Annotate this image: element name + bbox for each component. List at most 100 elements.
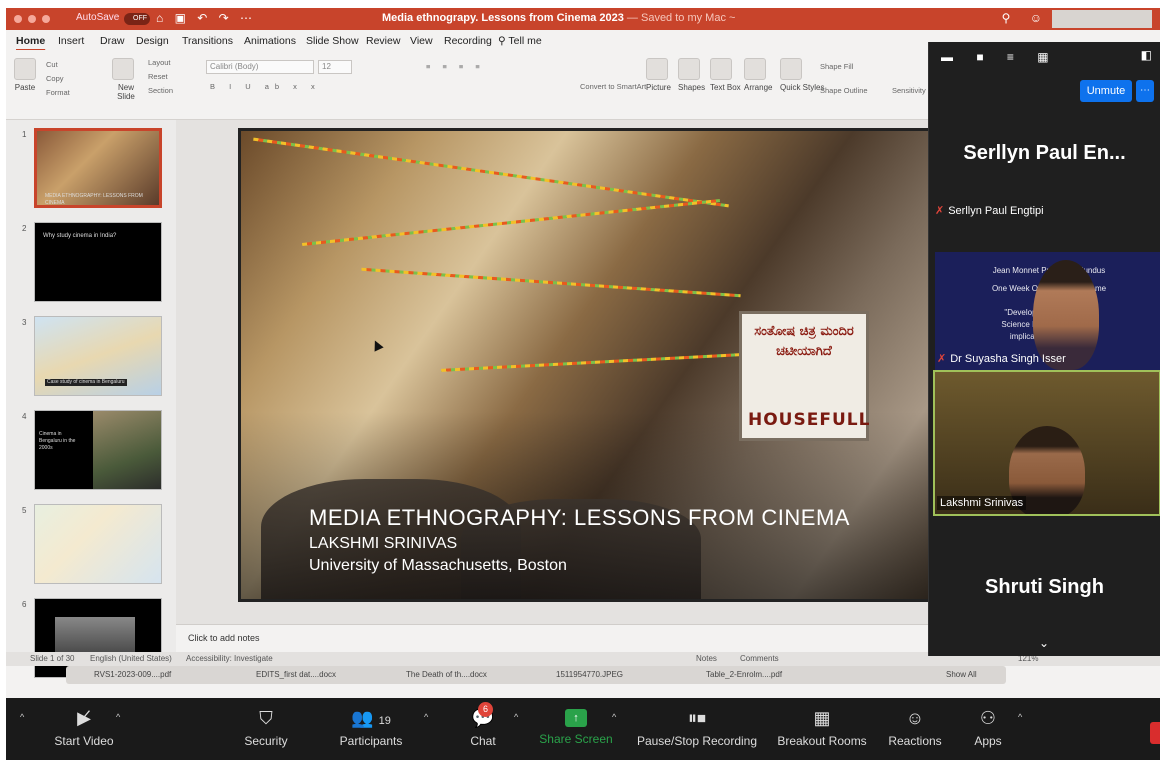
quick-access-icons[interactable]: ⌂ ▣ ↶ ↷ ⋯	[156, 11, 256, 25]
convert-smartart-button[interactable]: Convert to SmartArt	[580, 82, 646, 91]
end-meeting-button-edge[interactable]	[1150, 722, 1160, 744]
theatre-sign: ಸಂತೋಷ ಚಿತ್ರ ಮಂದಿರ ಚಟೀಯಾಗಿದೆ HOUSEFULL	[739, 311, 869, 441]
picture-button[interactable]: Picture	[646, 58, 671, 92]
cut-button[interactable]: Cut	[46, 60, 58, 69]
tab-draw[interactable]: Draw	[100, 35, 125, 47]
chevron-up-icon[interactable]: ^	[20, 712, 24, 722]
recording-label: Pause/Stop Recording	[636, 734, 758, 748]
new-slide-button[interactable]: New Slide	[112, 58, 140, 101]
title-bar: AutoSave OFF ⌂ ▣ ↶ ↷ ⋯ Media ethnograpy.…	[6, 8, 1160, 30]
download-item[interactable]: RVS1-2023-009....pdf	[94, 670, 171, 679]
current-slide[interactable]: ಸಂತೋಷ ಚಿತ್ರ ಮಂದಿರ ಚಟೀಯಾಗಿದೆ HOUSEFULL ME…	[238, 128, 938, 602]
thumb-caption: MEDIA ETHNOGRAPHY: LESSONS FROM CINEMA	[45, 193, 143, 206]
paragraph-icons[interactable]: ≡ ≡ ≡ ≡	[426, 62, 485, 71]
notes-toggle[interactable]: Notes	[696, 654, 717, 663]
accessibility-status[interactable]: Accessibility: Investigate	[186, 654, 273, 663]
download-item[interactable]: EDITS_first dat....docx	[256, 670, 336, 679]
paste-button[interactable]: Paste	[14, 58, 36, 92]
reactions-label: Reactions	[888, 734, 942, 748]
copy-button[interactable]: Copy	[46, 74, 64, 83]
slide-title[interactable]: MEDIA ETHNOGRAPHY: LESSONS FROM CINEMA	[309, 505, 850, 531]
security-button[interactable]: ⛉ Security	[232, 698, 300, 760]
apps-label: Apps	[974, 734, 1002, 748]
language-status[interactable]: English (United States)	[90, 654, 172, 663]
participant-video-tile-active[interactable]: Lakshmi Srinivas	[933, 370, 1160, 516]
slide-thumbnail-1[interactable]: MEDIA ETHNOGRAPHY: LESSONS FROM CINEMA	[34, 128, 162, 208]
search-icon[interactable]: ⚲ ☺	[1002, 11, 1050, 25]
format-painter-button[interactable]: Format	[46, 88, 70, 97]
participant-name: Dr Suyasha Singh Isser	[950, 353, 1066, 365]
shapes-button[interactable]: Shapes	[678, 58, 705, 92]
breakout-rooms-button[interactable]: ▦ Breakout Rooms	[770, 698, 874, 760]
tab-recording[interactable]: Recording	[444, 35, 492, 47]
download-item[interactable]: 1511954770.JPEG	[556, 670, 623, 679]
tab-transitions[interactable]: Transitions	[182, 35, 233, 47]
section-button[interactable]: Section	[148, 86, 173, 95]
chevron-up-icon[interactable]: ^	[514, 712, 518, 722]
slide-thumbnail-4[interactable]: Cinema in Bengaluru in the 2000s	[34, 410, 162, 490]
font-family-select[interactable]: Calibri (Body)	[206, 60, 314, 74]
slide-thumbnail-2[interactable]: Why study cinema in India?	[34, 222, 162, 302]
tab-animations[interactable]: Animations	[244, 35, 296, 47]
more-options-icon[interactable]: ⋯	[1136, 80, 1154, 102]
textbox-button[interactable]: Text Box	[710, 58, 741, 92]
recording-button[interactable]: ⏸⏹ Pause/Stop Recording	[632, 698, 762, 760]
view-mode-icons[interactable]: ▬ ■ ≡ ▦	[941, 50, 1059, 64]
quick-styles-button[interactable]: Quick Styles	[780, 58, 824, 92]
pop-out-icon[interactable]: ◧	[1141, 48, 1152, 62]
chevron-up-icon[interactable]: ^	[1018, 712, 1022, 722]
thumbnail-photo	[55, 617, 135, 657]
font-size-select[interactable]: 12	[318, 60, 352, 74]
tell-me-search[interactable]: ⚲ Tell me	[498, 35, 542, 47]
autosave-toggle[interactable]: OFF	[124, 13, 150, 25]
chevron-down-icon[interactable]: ⌄	[1039, 636, 1049, 650]
chevron-up-icon[interactable]: ^	[612, 712, 616, 722]
slide-thumbnail-3[interactable]: Case study of cinema in Bengaluru	[34, 316, 162, 396]
shapes-label: Shapes	[678, 83, 706, 92]
chat-label: Chat	[470, 734, 496, 748]
font-format-icons[interactable]: B I U ab x x	[210, 82, 321, 91]
chevron-up-icon[interactable]: ^	[424, 712, 428, 722]
document-title: Media ethnograpy. Lessons from Cinema 20…	[382, 12, 736, 24]
reset-button[interactable]: Reset	[148, 72, 168, 81]
share-screen-button[interactable]: ↑ Share Screen	[536, 698, 616, 760]
slide-university[interactable]: University of Massachusetts, Boston	[309, 557, 567, 575]
chat-button[interactable]: 💬 6 Chat	[458, 698, 508, 760]
thumbnail-photo	[93, 411, 161, 489]
tab-view[interactable]: View	[410, 35, 433, 47]
slide-thumbnail-5[interactable]	[34, 504, 162, 584]
thumb-number: 3	[22, 318, 27, 327]
tab-review[interactable]: Review	[366, 35, 400, 47]
minimize-window-icon[interactable]	[28, 15, 36, 23]
zoom-participant-panel: ▬ ■ ≡ ▦ ◧ Unmute ⋯ Serllyn Paul En... ✗ S…	[928, 42, 1160, 656]
close-window-icon[interactable]	[14, 15, 22, 23]
download-item[interactable]: Table_2-Enrolm....pdf	[706, 670, 782, 679]
download-item[interactable]: The Death of th....docx	[406, 670, 487, 679]
sensitivity-button[interactable]: Sensitivity	[892, 86, 926, 95]
arrange-button[interactable]: Arrange	[744, 58, 772, 92]
thumb-number: 5	[22, 506, 27, 515]
apps-button[interactable]: ⚇ Apps	[966, 698, 1010, 760]
zoom-window-icon[interactable]	[42, 15, 50, 23]
show-all-button[interactable]: Show All	[946, 670, 977, 679]
breakout-rooms-label: Breakout Rooms	[777, 734, 867, 748]
share-screen-label: Share Screen	[539, 732, 613, 746]
participant-video-tile[interactable]: Jean Monnet Projec us Mundus One Week On…	[935, 252, 1160, 370]
tab-home[interactable]: Home	[16, 35, 45, 47]
tab-slide-show[interactable]: Slide Show	[306, 35, 359, 47]
shape-outline-button[interactable]: Shape Outline	[820, 86, 868, 95]
unmute-button[interactable]: Unmute	[1080, 80, 1132, 102]
start-video-button[interactable]: ▶̸ Start Video	[42, 698, 126, 760]
downloads-bar: RVS1-2023-009....pdf EDITS_first dat....…	[66, 666, 1006, 684]
thumb-caption: Case study of cinema in Bengaluru	[45, 379, 127, 386]
slide-author[interactable]: LAKSHMI SRINIVAS	[309, 535, 457, 553]
reactions-button[interactable]: ☺ Reactions	[882, 698, 948, 760]
tab-insert[interactable]: Insert	[58, 35, 84, 47]
chevron-up-icon[interactable]: ^	[116, 712, 120, 722]
comments-toggle[interactable]: Comments	[740, 654, 779, 663]
participants-button[interactable]: 👥 19 Participants	[326, 698, 416, 760]
layout-button[interactable]: Layout	[148, 58, 171, 67]
shape-fill-button[interactable]: Shape Fill	[820, 62, 853, 71]
tab-design[interactable]: Design	[136, 35, 169, 47]
participant-name-tag: ✗ Dr Suyasha Singh Isser	[937, 352, 1066, 365]
